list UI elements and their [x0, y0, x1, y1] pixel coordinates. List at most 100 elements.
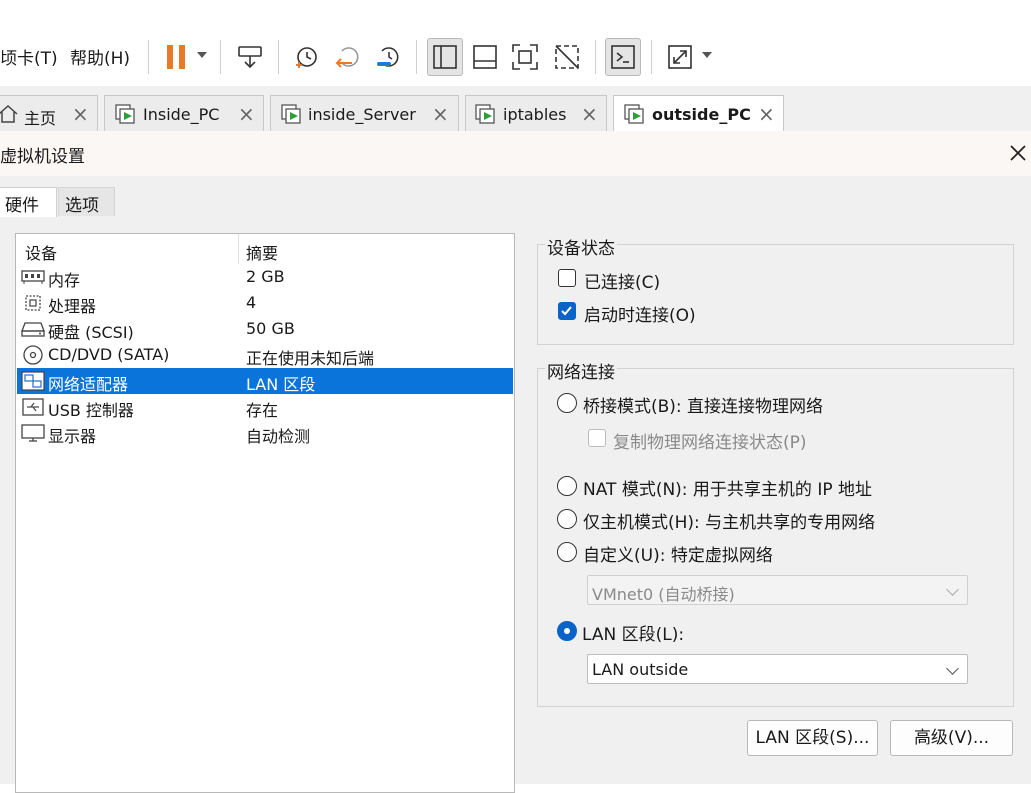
connected-label[interactable]: 已连接(C) [584, 268, 660, 293]
cpu-icon [25, 295, 41, 311]
host-only-label[interactable]: 仅主机模式(H): 与主机共享的专用网络 [583, 508, 875, 533]
close-icon[interactable] [1009, 144, 1027, 162]
host-only-radio[interactable] [557, 509, 577, 529]
connect-at-power-on-label[interactable]: 启动时连接(O) [584, 301, 696, 326]
cd-dvd-icon [23, 345, 43, 365]
lan-segment-label[interactable]: LAN 区段(L): [582, 620, 684, 645]
lan-segment-select[interactable]: LAN outside [587, 654, 968, 684]
device-summary: 4 [246, 293, 257, 312]
take-snapshot-button[interactable] [288, 38, 324, 76]
network-connection-title: 网络连接 [545, 358, 617, 383]
custom-network-select[interactable]: VMnet0 (自动桥接) [587, 575, 968, 605]
memory-icon [21, 270, 45, 284]
lan-segment-value: LAN outside [592, 660, 689, 679]
device-row-memory[interactable]: 内存 2 GB [17, 264, 513, 290]
tab-label: iptables [503, 105, 567, 124]
device-name: 网络适配器 [48, 375, 129, 394]
show-thumbnail-bar-button[interactable] [467, 38, 503, 76]
revert-snapshot-button[interactable] [330, 38, 366, 76]
stretch-view-button[interactable] [662, 38, 698, 76]
send-keys-icon [238, 46, 262, 69]
tab-options[interactable]: 选项 [58, 187, 115, 216]
menu-tabs[interactable]: 顷卡(T) [0, 44, 58, 69]
close-tab-icon[interactable]: × [72, 102, 89, 126]
device-row-hard-disk[interactable]: 硬盘 (SCSI) 50 GB [17, 316, 513, 342]
pause-icon [167, 45, 185, 69]
lan-segment-radio[interactable] [557, 621, 577, 641]
console-view-button[interactable] [605, 38, 641, 76]
nat-label[interactable]: NAT 模式(N): 用于共享主机的 IP 地址 [583, 475, 872, 500]
full-screen-button[interactable] [507, 38, 543, 76]
settings-tab-strip [0, 176, 1031, 217]
pause-dropdown-caret[interactable] [197, 52, 207, 58]
toolbar-separator [651, 40, 652, 74]
monitor-icon [21, 424, 45, 442]
vm-icon [475, 104, 495, 124]
close-tab-icon[interactable]: × [581, 102, 598, 126]
vm-icon [624, 104, 644, 124]
bridged-radio[interactable] [557, 393, 577, 413]
toolbar-separator [595, 40, 596, 74]
home-icon [0, 104, 18, 123]
thumbnail-layout-icon [473, 45, 497, 69]
device-status-group [537, 244, 1014, 345]
tab-label: Inside_PC [143, 105, 220, 124]
bridged-label[interactable]: 桥接模式(B): 直接连接物理网络 [583, 392, 823, 417]
close-tab-icon[interactable]: × [238, 102, 255, 126]
lan-segments-button[interactable]: LAN 区段(S)... [747, 720, 878, 756]
snapshot-manager-button[interactable] [370, 38, 406, 76]
tab-hardware[interactable]: 硬件 [0, 187, 57, 217]
connect-at-power-on-checkbox[interactable] [558, 302, 576, 320]
device-row-network-adapter[interactable]: 网络适配器 LAN 区段 [17, 368, 513, 394]
close-tab-icon[interactable]: × [432, 102, 449, 126]
toolbar-separator [416, 40, 417, 74]
pause-button[interactable] [158, 38, 194, 76]
console-icon [611, 45, 635, 69]
device-row-display[interactable]: 显示器 自动检测 [17, 420, 513, 446]
tab-outside-pc[interactable]: outside_PC × [613, 95, 784, 132]
tab-label: 主页 [24, 109, 57, 128]
menu-help[interactable]: 帮助(H) [70, 44, 130, 69]
tab-inside-pc[interactable]: Inside_PC × [104, 95, 264, 131]
show-library-button[interactable] [427, 38, 463, 76]
replicate-state-label[interactable]: 复制物理网络连接状态(P) [613, 428, 807, 453]
send-ctrl-alt-del-button[interactable] [232, 38, 268, 76]
custom-radio[interactable] [557, 542, 577, 562]
device-row-cd-dvd[interactable]: CD/DVD (SATA) 正在使用未知后端 [17, 342, 513, 368]
usb-icon [22, 398, 44, 416]
stretch-icon [668, 45, 692, 69]
column-header-summary[interactable]: 摘要 [246, 240, 278, 264]
device-summary: LAN 区段 [246, 375, 316, 394]
column-separator [238, 234, 239, 264]
column-header-device[interactable]: 设备 [25, 240, 57, 264]
close-tab-icon[interactable]: × [758, 102, 775, 126]
tab-iptables[interactable]: iptables × [465, 95, 607, 131]
nat-radio[interactable] [557, 476, 577, 496]
full-screen-icon [512, 44, 538, 70]
unity-mode-button[interactable] [549, 38, 585, 76]
custom-label[interactable]: 自定义(U): 特定虚拟网络 [583, 541, 773, 566]
replicate-state-checkbox[interactable] [588, 429, 606, 447]
network-adapter-icon [21, 371, 45, 391]
stretch-dropdown-caret[interactable] [702, 52, 712, 58]
toolbar-separator [278, 40, 279, 74]
device-name: USB 控制器 [48, 401, 134, 420]
hard-disk-icon [21, 322, 45, 337]
tab-home[interactable]: 主页 × [0, 95, 98, 131]
tab-inside-server[interactable]: inside_Server × [270, 95, 459, 131]
toolbar-separator [148, 40, 149, 74]
tab-label: inside_Server [308, 105, 416, 124]
device-name: 处理器 [48, 297, 97, 316]
library-layout-icon [433, 45, 457, 69]
device-summary: 50 GB [246, 319, 295, 338]
snapshot-icon [296, 47, 317, 68]
device-row-processor[interactable]: 处理器 4 [17, 290, 513, 316]
device-row-usb-controller[interactable]: USB 控制器 存在 [17, 394, 513, 420]
top-strip [0, 0, 1031, 30]
device-summary: 存在 [246, 401, 279, 420]
vm-icon [281, 104, 301, 124]
connected-checkbox[interactable] [558, 269, 576, 287]
device-status-title: 设备状态 [545, 234, 617, 259]
device-list[interactable]: 设备 摘要 内存 2 GB 处理器 4 硬盘 (SCSI) 50 GB CD/D… [15, 233, 515, 793]
advanced-button[interactable]: 高级(V)... [890, 720, 1013, 756]
